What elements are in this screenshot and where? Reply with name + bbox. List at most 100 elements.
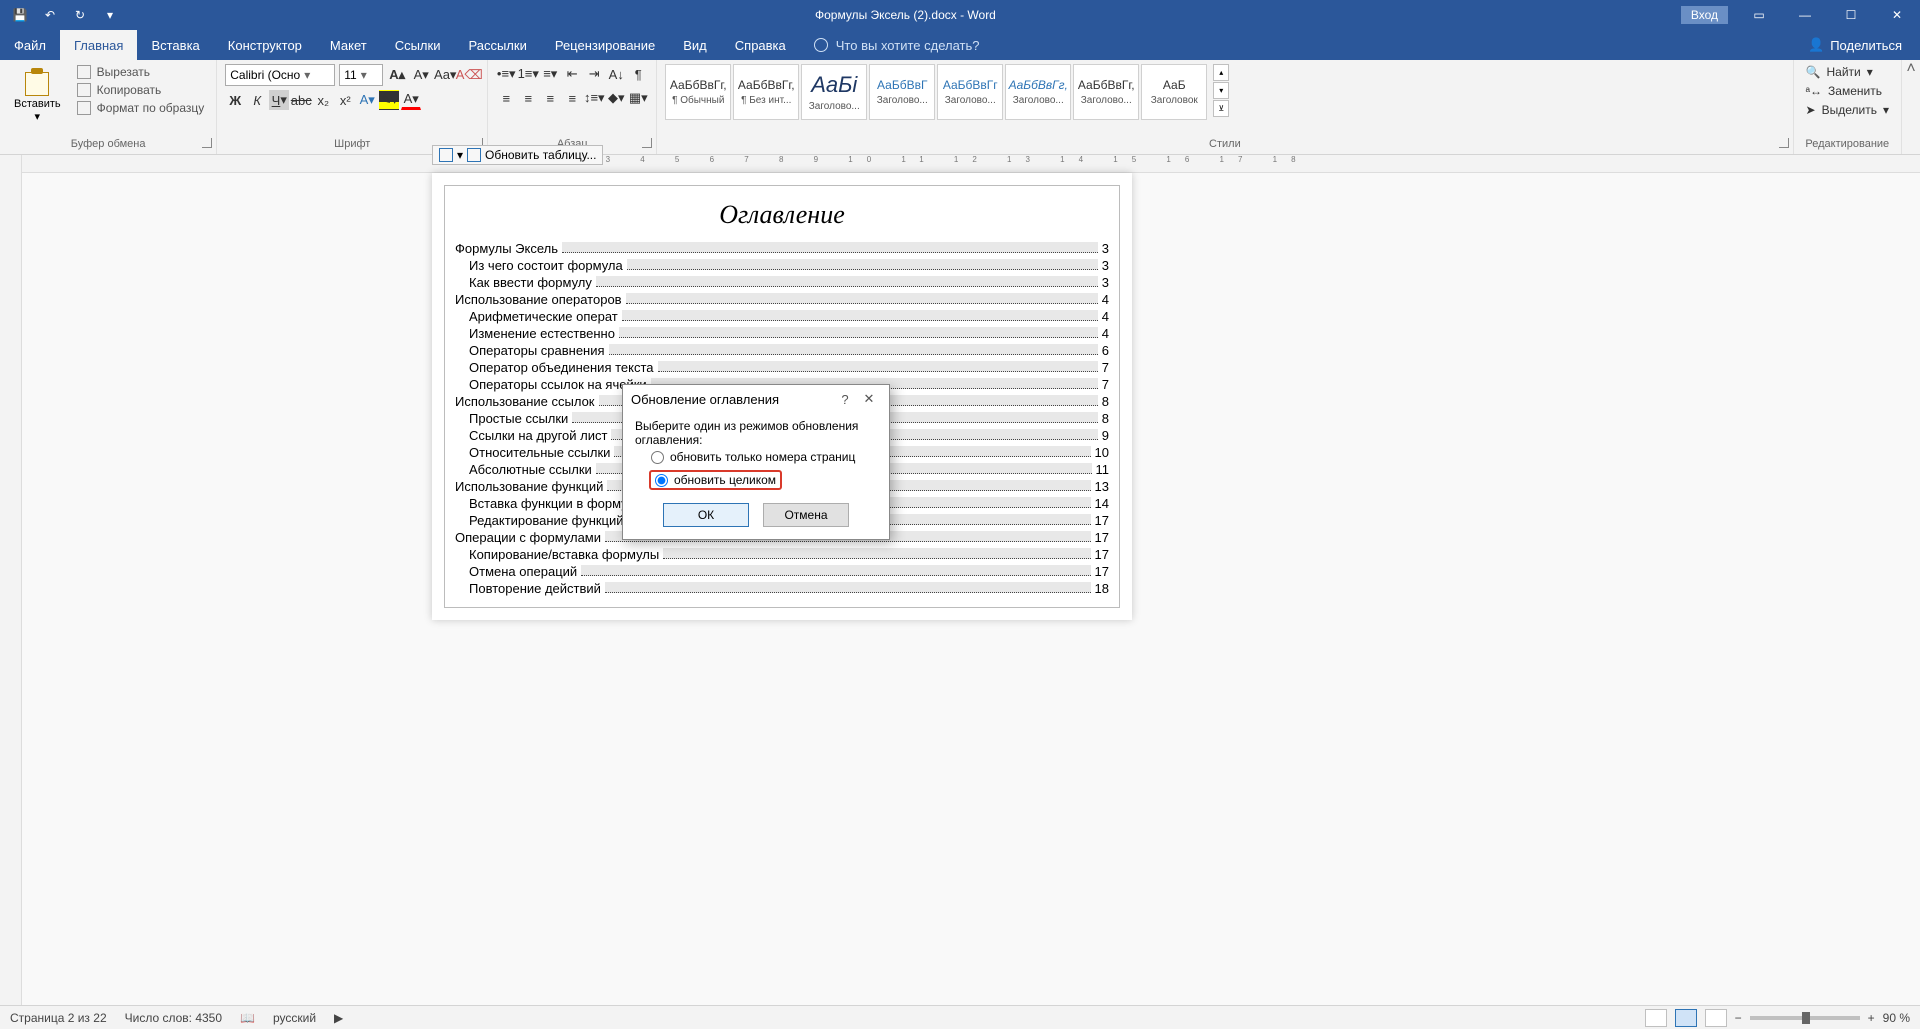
- paste-button[interactable]: Вставить ▾: [8, 64, 67, 125]
- style-item[interactable]: АаБбВвГг,Заголово...: [1073, 64, 1139, 120]
- change-case-button[interactable]: Aa▾: [435, 65, 455, 85]
- view-read-mode[interactable]: [1645, 1009, 1667, 1027]
- zoom-in-button[interactable]: +: [1868, 1011, 1875, 1025]
- toc-row[interactable]: Из чего состоит формула3: [455, 257, 1109, 274]
- tab-file[interactable]: Файл: [0, 30, 60, 60]
- borders-button[interactable]: ▦▾: [628, 88, 648, 108]
- shrink-font-button[interactable]: A▾: [411, 65, 431, 85]
- find-button[interactable]: 🔍Найти▾: [1802, 64, 1893, 80]
- tab-layout[interactable]: Макет: [316, 30, 381, 60]
- zoom-out-button[interactable]: −: [1735, 1011, 1742, 1025]
- align-left-button[interactable]: ≡: [496, 88, 516, 108]
- tab-design[interactable]: Конструктор: [214, 30, 316, 60]
- style-item[interactable]: АаБіЗаголово...: [801, 64, 867, 120]
- toc-row[interactable]: Оператор объединения текста7: [455, 359, 1109, 376]
- tell-me-search[interactable]: Что вы хотите сделать?: [800, 30, 994, 60]
- close-icon[interactable]: ✕: [857, 391, 881, 407]
- ribbon-display-icon[interactable]: ▭: [1736, 0, 1782, 30]
- zoom-level[interactable]: 90 %: [1883, 1011, 1910, 1025]
- undo-icon[interactable]: ↶: [42, 7, 58, 23]
- toc-row[interactable]: Арифметические операт4: [455, 308, 1109, 325]
- font-name-combo[interactable]: Calibri (Осно▾: [225, 64, 335, 86]
- toc-row[interactable]: Использование операторов4: [455, 291, 1109, 308]
- font-color-button[interactable]: A▾: [401, 90, 421, 110]
- format-painter-button[interactable]: Формат по образцу: [73, 100, 209, 116]
- view-print-layout[interactable]: [1675, 1009, 1697, 1027]
- cut-button[interactable]: Вырезать: [73, 64, 209, 80]
- select-button[interactable]: ➤Выделить▾: [1802, 102, 1893, 118]
- macro-icon[interactable]: ▶: [334, 1011, 343, 1025]
- numbering-button[interactable]: 1≡▾: [518, 64, 538, 84]
- share-button[interactable]: 👤 Поделиться: [1790, 30, 1920, 60]
- zoom-thumb[interactable]: [1802, 1012, 1810, 1024]
- toc-control-bar[interactable]: ▾ Обновить таблицу...: [432, 145, 603, 165]
- tab-home[interactable]: Главная: [60, 30, 137, 60]
- style-item[interactable]: АаБбВвГг,¶ Обычный: [665, 64, 731, 120]
- increase-indent-button[interactable]: ⇥: [584, 64, 604, 84]
- line-spacing-button[interactable]: ↕≡▾: [584, 88, 604, 108]
- proofing-icon[interactable]: 📖: [240, 1011, 255, 1025]
- toc-row[interactable]: Повторение действий18: [455, 580, 1109, 597]
- radio-update-all[interactable]: обновить целиком: [649, 470, 782, 490]
- decrease-indent-button[interactable]: ⇤: [562, 64, 582, 84]
- radio-all-input[interactable]: [655, 474, 668, 487]
- ok-button[interactable]: ОК: [663, 503, 749, 527]
- sort-button[interactable]: A↓: [606, 64, 626, 84]
- justify-button[interactable]: ≡: [562, 88, 582, 108]
- align-right-button[interactable]: ≡: [540, 88, 560, 108]
- redo-icon[interactable]: ↻: [72, 7, 88, 23]
- multilevel-button[interactable]: ≡▾: [540, 64, 560, 84]
- dialog-launcher-paragraph[interactable]: [642, 138, 652, 148]
- tab-view[interactable]: Вид: [669, 30, 721, 60]
- toc-row[interactable]: Как ввести формулу3: [455, 274, 1109, 291]
- toc-row[interactable]: Копирование/вставка формулы17: [455, 546, 1109, 563]
- radio-update-pages[interactable]: обновить только номера страниц: [651, 450, 877, 464]
- status-words[interactable]: Число слов: 4350: [125, 1011, 222, 1025]
- login-button[interactable]: Вход: [1681, 6, 1728, 24]
- save-icon[interactable]: 💾: [12, 7, 28, 23]
- qat-dropdown-icon[interactable]: ▾: [102, 7, 118, 23]
- italic-button[interactable]: К: [247, 90, 267, 110]
- tab-insert[interactable]: Вставка: [137, 30, 213, 60]
- style-item[interactable]: АаБбВвГгЗаголово...: [937, 64, 1003, 120]
- show-marks-button[interactable]: ¶: [628, 64, 648, 84]
- replace-button[interactable]: ᵃ↔Заменить: [1802, 83, 1893, 99]
- strikethrough-button[interactable]: abc: [291, 90, 311, 110]
- status-language[interactable]: русский: [273, 1011, 316, 1025]
- collapse-ribbon-button[interactable]: ˄: [1902, 60, 1920, 154]
- tab-review[interactable]: Рецензирование: [541, 30, 669, 60]
- toc-row[interactable]: Изменение естественно4: [455, 325, 1109, 342]
- tab-mailings[interactable]: Рассылки: [454, 30, 540, 60]
- toc-row[interactable]: Отмена операций17: [455, 563, 1109, 580]
- underline-button[interactable]: Ч▾: [269, 90, 289, 110]
- view-web-layout[interactable]: [1705, 1009, 1727, 1027]
- shading-button[interactable]: ◆▾: [606, 88, 626, 108]
- close-icon[interactable]: ✕: [1874, 0, 1920, 30]
- status-page[interactable]: Страница 2 из 22: [10, 1011, 107, 1025]
- tab-references[interactable]: Ссылки: [381, 30, 455, 60]
- style-item[interactable]: АаБбВвГЗаголово...: [869, 64, 935, 120]
- bold-button[interactable]: Ж: [225, 90, 245, 110]
- subscript-button[interactable]: x₂: [313, 90, 333, 110]
- maximize-icon[interactable]: ☐: [1828, 0, 1874, 30]
- font-size-combo[interactable]: 11▾: [339, 64, 383, 86]
- cancel-button[interactable]: Отмена: [763, 503, 849, 527]
- radio-pages-input[interactable]: [651, 451, 664, 464]
- help-icon[interactable]: ?: [833, 392, 857, 407]
- tab-help[interactable]: Справка: [721, 30, 800, 60]
- style-item[interactable]: АаБбВвГг,¶ Без инт...: [733, 64, 799, 120]
- dialog-titlebar[interactable]: Обновление оглавления ? ✕: [623, 385, 889, 413]
- styles-gallery-more[interactable]: ▴▾⊻: [1213, 64, 1229, 117]
- bullets-button[interactable]: •≡▾: [496, 64, 516, 84]
- dialog-launcher-clipboard[interactable]: [202, 138, 212, 148]
- text-effects-button[interactable]: A▾: [357, 90, 377, 110]
- align-center-button[interactable]: ≡: [518, 88, 538, 108]
- zoom-slider[interactable]: [1750, 1016, 1860, 1020]
- toc-row[interactable]: Операторы сравнения6: [455, 342, 1109, 359]
- style-item[interactable]: АаБбВвГг,Заголово...: [1005, 64, 1071, 120]
- style-item[interactable]: АаБЗаголовок: [1141, 64, 1207, 120]
- grow-font-button[interactable]: A▴: [387, 65, 407, 85]
- highlight-button[interactable]: ✎▾: [379, 90, 399, 110]
- minimize-icon[interactable]: —: [1782, 0, 1828, 30]
- toc-row[interactable]: Формулы Эксель3: [455, 240, 1109, 257]
